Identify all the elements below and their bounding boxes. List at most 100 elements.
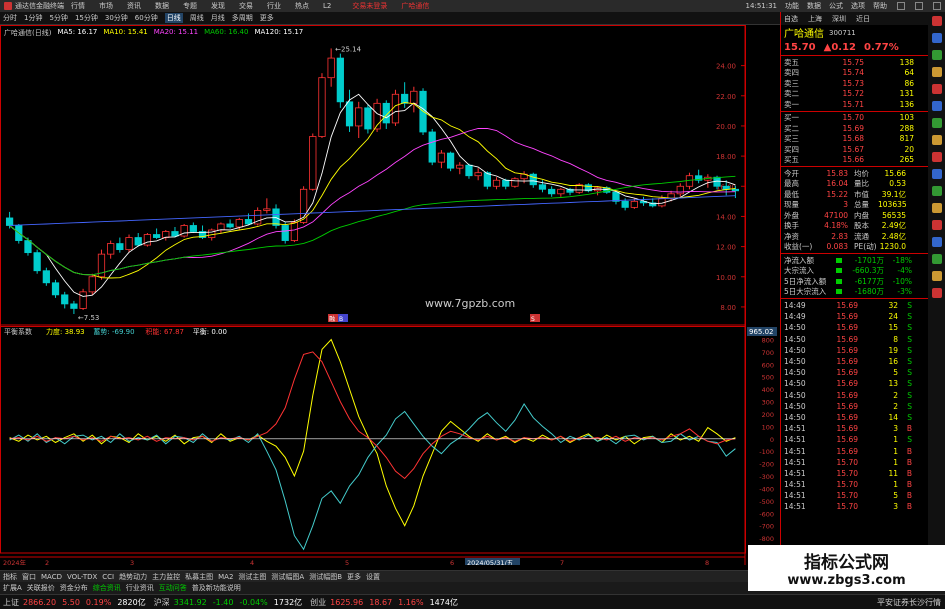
index-name[interactable]: 沪深: [154, 597, 170, 608]
maximize-icon[interactable]: [915, 2, 923, 10]
candle[interactable]: [79, 288, 87, 310]
tick-row[interactable]: 14:50 15.69 2 S: [781, 401, 928, 412]
sidebar-tool-icon[interactable]: [931, 203, 942, 213]
menu-item[interactable]: 行业: [267, 1, 281, 11]
sidebar-tool-icon[interactable]: [931, 16, 942, 26]
chart-canvas[interactable]: 24.0022.0020.0018.0016.0014.0012.0010.00…: [0, 25, 780, 565]
trade-marker[interactable]: B: [338, 314, 348, 323]
indicator-tab[interactable]: 更多: [347, 572, 361, 582]
period-tab[interactable]: 15分钟: [75, 13, 98, 23]
tick-row[interactable]: 14:51 15.70 5 B: [781, 490, 928, 501]
ask-row[interactable]: 卖二 15.72 131: [781, 89, 928, 100]
tick-row[interactable]: 14:50 15.69 15 S: [781, 322, 928, 333]
close-icon[interactable]: [933, 2, 941, 10]
login-status-link[interactable]: 交易未登录: [352, 1, 387, 11]
menu-item[interactable]: 行情: [71, 1, 85, 11]
sidebar-tool-icon[interactable]: [931, 254, 942, 264]
indicator-tab[interactable]: 趋势动力: [119, 572, 147, 582]
tick-row[interactable]: 14:51 15.69 1 B: [781, 445, 928, 456]
period-tab[interactable]: 60分钟: [135, 13, 158, 23]
ask-row[interactable]: 卖一 15.71 136: [781, 99, 928, 110]
indicator-tab[interactable]: 测试幅图B: [309, 572, 342, 582]
candle[interactable]: [189, 222, 197, 234]
menu-item[interactable]: L2: [323, 2, 331, 10]
candle[interactable]: [345, 89, 354, 132]
quote-tab[interactable]: 自选: [784, 14, 798, 24]
tick-row[interactable]: 14:49 15.69 32 S: [781, 300, 928, 311]
period-tab[interactable]: 月线: [211, 13, 225, 23]
candle[interactable]: [116, 237, 124, 253]
candle[interactable]: [263, 198, 271, 214]
sidebar-tool-icon[interactable]: [931, 271, 942, 281]
candle[interactable]: [217, 222, 225, 234]
bid-row[interactable]: 买四 15.67 20: [781, 144, 928, 155]
candle[interactable]: [373, 98, 381, 132]
candle[interactable]: [401, 82, 409, 108]
period-tab[interactable]: 分时: [3, 13, 17, 23]
candle[interactable]: [575, 183, 583, 194]
candle[interactable]: [557, 187, 565, 197]
tick-row[interactable]: 14:51 15.70 1 B: [781, 457, 928, 468]
candle[interactable]: [336, 53, 344, 108]
menu-item[interactable]: 资讯: [127, 1, 141, 11]
quote-tab[interactable]: 深圳: [832, 14, 846, 24]
candle[interactable]: [309, 133, 317, 191]
info-tab[interactable]: 扩展A: [3, 583, 22, 593]
menu-item[interactable]: 专题: [183, 1, 197, 11]
trade-marker[interactable]: 融: [328, 314, 338, 323]
sidebar-tool-icon[interactable]: [931, 67, 942, 77]
candle[interactable]: [125, 234, 133, 253]
menu-item[interactable]: 公式: [829, 1, 843, 11]
candle[interactable]: [281, 222, 289, 244]
sidebar-tool-icon[interactable]: [931, 237, 942, 247]
menu-item[interactable]: 数据: [155, 1, 169, 11]
candle[interactable]: [42, 267, 50, 286]
info-tab[interactable]: 资金分布: [60, 583, 88, 593]
candle[interactable]: [70, 300, 78, 315]
indicator-tab[interactable]: MACD: [41, 573, 62, 581]
ask-row[interactable]: 卖五 15.75 138: [781, 57, 928, 68]
minimize-icon[interactable]: [897, 2, 905, 10]
candle[interactable]: [88, 273, 96, 295]
tick-row[interactable]: 14:50 15.69 5 S: [781, 367, 928, 378]
period-tab[interactable]: 5分钟: [49, 13, 67, 23]
candle[interactable]: [24, 237, 32, 256]
candle[interactable]: [162, 230, 170, 241]
bid-row[interactable]: 买五 15.66 265: [781, 155, 928, 166]
quote-tab[interactable]: 近日: [856, 14, 870, 24]
sidebar-tool-icon[interactable]: [931, 101, 942, 111]
candle[interactable]: [492, 177, 501, 190]
period-tab[interactable]: 多周期: [232, 13, 253, 23]
candle[interactable]: [446, 151, 455, 172]
tick-row[interactable]: 14:49 15.69 24 S: [781, 311, 928, 322]
candle[interactable]: [465, 163, 473, 179]
period-tab[interactable]: 周线: [190, 13, 204, 23]
candle[interactable]: [272, 204, 280, 229]
tick-row[interactable]: 14:50 15.69 14 S: [781, 412, 928, 423]
candle[interactable]: [593, 186, 602, 196]
sidebar-tool-icon[interactable]: [931, 50, 942, 60]
candle[interactable]: [364, 104, 372, 134]
candle[interactable]: [456, 162, 464, 175]
candle[interactable]: [410, 86, 418, 113]
candle[interactable]: [511, 177, 519, 188]
candle[interactable]: [529, 172, 537, 188]
indicator-tab[interactable]: 指标: [3, 572, 17, 582]
candle[interactable]: [327, 48, 335, 87]
indicator-tab[interactable]: 窗口: [22, 572, 36, 582]
menu-item[interactable]: 热点: [295, 1, 309, 11]
menu-item[interactable]: 发现: [211, 1, 225, 11]
candle[interactable]: [437, 150, 446, 169]
candle[interactable]: [474, 168, 482, 181]
candle[interactable]: [33, 249, 41, 274]
tick-row[interactable]: 14:50 15.69 13 S: [781, 378, 928, 389]
tick-row[interactable]: 14:50 15.69 2 S: [781, 390, 928, 401]
tick-row[interactable]: 14:50 15.69 19 S: [781, 345, 928, 356]
info-tab[interactable]: 关联报价: [27, 583, 55, 593]
info-tab[interactable]: 普及新功能说明: [192, 583, 241, 593]
candle[interactable]: [180, 223, 188, 238]
bid-row[interactable]: 买三 15.68 817: [781, 134, 928, 145]
candle[interactable]: [704, 174, 712, 188]
candle[interactable]: [143, 233, 152, 247]
tick-row[interactable]: 14:51 15.69 1 S: [781, 434, 928, 445]
